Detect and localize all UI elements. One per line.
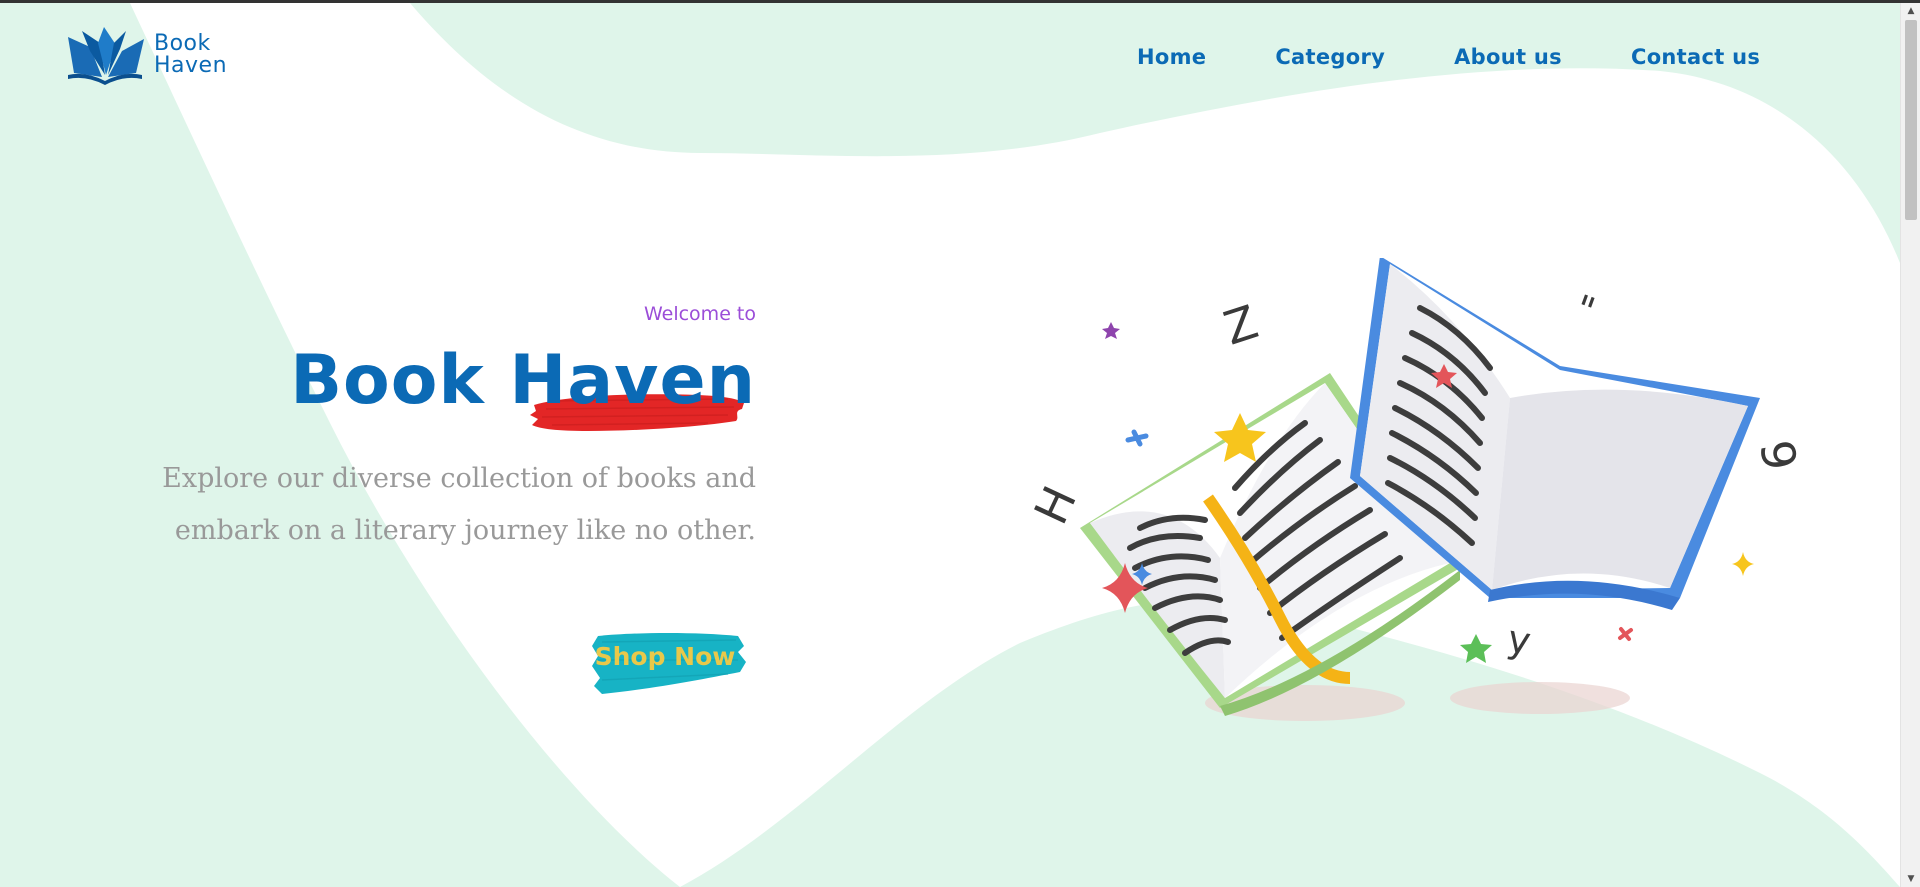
shop-now-label: Shop Now (594, 642, 736, 671)
nav-category[interactable]: Category (1275, 45, 1385, 69)
main-nav: Home Category About us Contact us (1137, 45, 1760, 69)
hero-title-wrap: Book Haven (256, 341, 756, 441)
welcome-text: Welcome to (643, 303, 756, 325)
hero-description: Explore our diverse collection of books … (162, 463, 756, 546)
hero-section: Welcome to Book Haven Explore our divers… (136, 303, 756, 723)
sparkle-icon (1125, 429, 1149, 447)
shop-now-button[interactable]: Shop Now (588, 630, 748, 700)
scroll-down-icon[interactable]: ▼ (1901, 871, 1920, 887)
nav-home[interactable]: Home (1137, 45, 1206, 69)
page-scrollbar[interactable]: ▲ ▼ (1900, 3, 1920, 887)
scroll-up-icon[interactable]: ▲ (1901, 3, 1920, 19)
logo[interactable]: Book Haven (64, 25, 227, 85)
brand-name-line1: Book (154, 31, 211, 56)
open-book-icon (68, 27, 144, 85)
scroll-thumb[interactable] (1905, 20, 1917, 220)
sparkle-icon (1732, 552, 1754, 576)
star-icon (1102, 322, 1120, 339)
brand-name-line2: Haven (154, 53, 228, 78)
hero-title: Book Haven (290, 341, 756, 420)
open-book-icon (1080, 256, 1760, 721)
nav-contact-us[interactable]: Contact us (1631, 45, 1760, 69)
nav-about-us[interactable]: About us (1454, 45, 1562, 69)
books-illustration: Z H y 6 " (1020, 256, 1820, 738)
sparkle-icon (1618, 627, 1633, 641)
star-icon (1460, 634, 1492, 663)
